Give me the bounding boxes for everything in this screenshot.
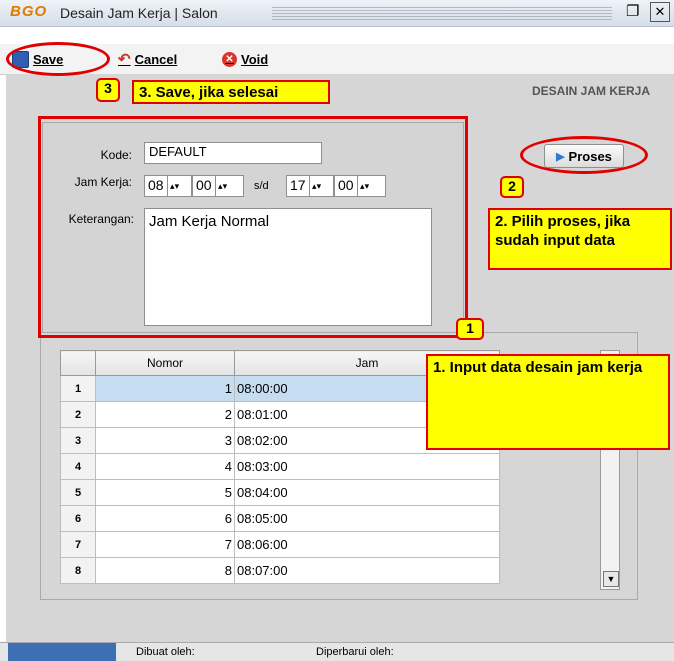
row-number-header (60, 350, 96, 376)
row-number[interactable]: 7 (60, 531, 96, 558)
close-icon[interactable]: ✕ (650, 2, 670, 22)
table-row[interactable]: 4 4 08:03:00 (60, 453, 500, 480)
table-row[interactable]: 6 6 08:05:00 (60, 505, 500, 532)
cancel-label: Cancel (134, 51, 178, 67)
window-title: Desain Jam Kerja | Salon (60, 5, 218, 21)
annotation-circle-proses (520, 136, 648, 174)
annotation-number-1: 1 (456, 318, 484, 340)
row-number[interactable]: 3 (60, 427, 96, 454)
void-icon: ✕ (222, 51, 237, 67)
annotation-number-3: 3 (96, 78, 120, 102)
annotation-note-2: 2. Pilih proses, jika sudah input data (488, 208, 672, 270)
status-indicator (8, 643, 116, 661)
cell-nomor[interactable]: 4 (95, 453, 235, 480)
diperbarui-oleh-label: Diperbarui oleh: (316, 646, 394, 658)
undo-arrow-icon: ↶ (118, 51, 131, 68)
cell-jam[interactable]: 08:03:00 (234, 453, 500, 480)
cell-nomor[interactable]: 5 (95, 479, 235, 506)
table-row[interactable]: 7 7 08:06:00 (60, 531, 500, 558)
annotation-note-1: 1. Input data desain jam kerja (426, 354, 670, 450)
cell-jam[interactable]: 08:04:00 (234, 479, 500, 506)
table-row[interactable]: 5 5 08:04:00 (60, 479, 500, 506)
dibuat-oleh-label: Dibuat oleh: (136, 646, 195, 658)
row-number[interactable]: 8 (60, 557, 96, 584)
void-button[interactable]: ✕ Void (222, 50, 268, 68)
page-title: DESAIN JAM KERJA (532, 84, 651, 98)
cell-nomor[interactable]: 6 (95, 505, 235, 532)
table-row[interactable]: 8 8 08:07:00 (60, 557, 500, 584)
app-logo: BGO (10, 3, 48, 20)
row-number[interactable]: 2 (60, 401, 96, 428)
annotation-box-form (38, 116, 468, 338)
cell-nomor[interactable]: 3 (95, 427, 235, 454)
restore-icon[interactable]: ❐ (626, 2, 639, 20)
title-bar: BGO Desain Jam Kerja | Salon ❐ ✕ (0, 0, 674, 27)
title-bar-grip (272, 6, 612, 20)
row-number[interactable]: 5 (60, 479, 96, 506)
annotation-number-2: 2 (500, 176, 524, 198)
cancel-button[interactable]: ↶ Cancel (118, 50, 177, 68)
cell-nomor[interactable]: 1 (95, 375, 235, 402)
status-bar: Dibuat oleh: Diperbarui oleh: (0, 642, 674, 661)
cell-jam[interactable]: 08:05:00 (234, 505, 500, 532)
row-number[interactable]: 4 (60, 453, 96, 480)
cell-nomor[interactable]: 2 (95, 401, 235, 428)
cell-nomor[interactable]: 7 (95, 531, 235, 558)
column-header-nomor[interactable]: Nomor (95, 350, 235, 376)
row-number[interactable]: 6 (60, 505, 96, 532)
annotation-circle-save (6, 42, 110, 76)
void-label: Void (241, 51, 269, 67)
scroll-down-icon[interactable]: ▼ (603, 571, 619, 587)
cell-nomor[interactable]: 8 (95, 557, 235, 584)
row-number[interactable]: 1 (60, 375, 96, 402)
cell-jam[interactable]: 08:07:00 (234, 557, 500, 584)
annotation-note-3: 3. Save, jika selesai (132, 80, 330, 104)
cell-jam[interactable]: 08:06:00 (234, 531, 500, 558)
